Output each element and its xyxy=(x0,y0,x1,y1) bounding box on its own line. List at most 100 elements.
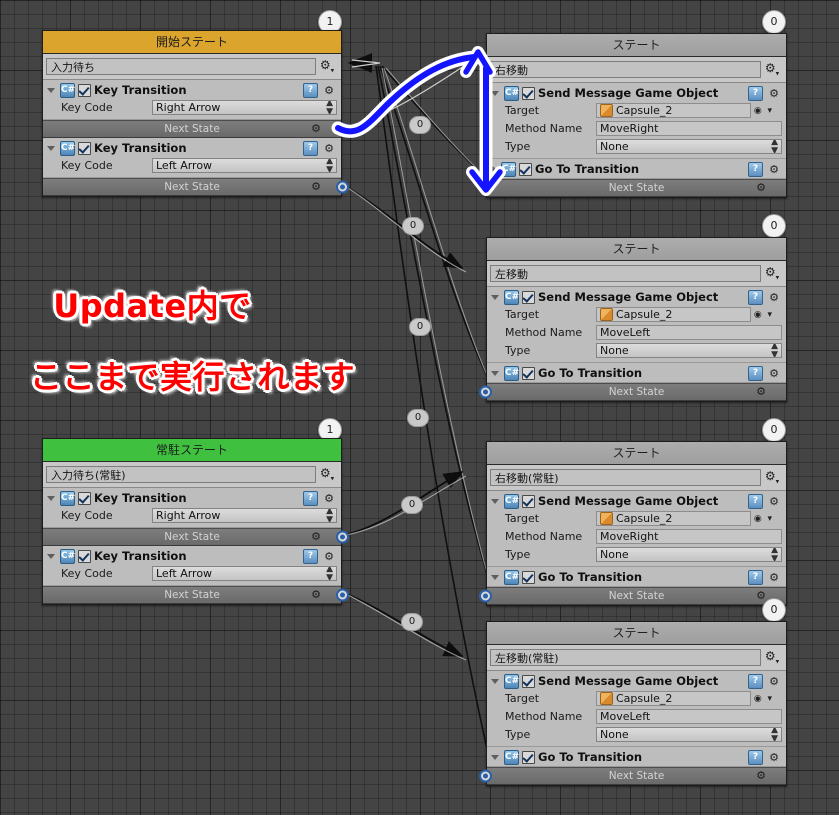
gear-icon[interactable]: ⚙▾ xyxy=(761,265,783,281)
gear-icon[interactable]: ⚙ xyxy=(311,587,321,603)
gear-icon[interactable]: ⚙ xyxy=(766,367,782,380)
type-dropdown[interactable]: None ▲ ▼ xyxy=(596,727,782,742)
node-header-start-state[interactable]: 開始ステート xyxy=(43,31,341,54)
method-name-input[interactable]: MoveLeft xyxy=(596,325,782,340)
component-key-transition[interactable]: C# Key Transition ? ⚙ Key Code Left Arro… xyxy=(43,546,341,586)
key-code-dropdown[interactable]: Right Arrow ▲ ▼ xyxy=(152,508,337,523)
gear-icon[interactable]: ⚙ xyxy=(766,571,782,584)
component-key-transition[interactable]: C# Key Transition ? ⚙ Key Code Right Arr… xyxy=(43,80,341,120)
node-move-left-resident-state[interactable]: ステート 左移動(常駐) ⚙▾ C# Send Message Game Obj… xyxy=(479,621,787,786)
type-dropdown[interactable]: None ▲ ▼ xyxy=(596,139,782,154)
node-move-right-resident-state[interactable]: ステート 右移動(常駐) ⚙▾ C# Send Message Game Obj… xyxy=(479,441,787,606)
gear-icon[interactable]: ⚙▾ xyxy=(316,58,338,74)
component-key-transition[interactable]: C# Key Transition ? ⚙ Key Code Right Arr… xyxy=(43,488,341,528)
gear-icon[interactable]: ⚙ xyxy=(766,495,782,508)
component-send-message[interactable]: C# Send Message Game Object ? ⚙ Target C… xyxy=(487,83,786,159)
help-icon[interactable]: ? xyxy=(303,82,318,98)
state-name-input[interactable]: 右移動(常駐) xyxy=(490,469,761,486)
transition-output-dot[interactable] xyxy=(479,589,492,603)
target-object-field[interactable]: Capsule_2 xyxy=(596,103,751,118)
transition-output-dot[interactable] xyxy=(336,180,349,194)
gear-icon[interactable]: ⚙ xyxy=(766,751,782,764)
transition-output-dot[interactable] xyxy=(336,530,349,544)
node-start-state[interactable]: 開始ステート 入力待ち ⚙▾ C# Key Transition ? ⚙ Key… xyxy=(42,30,349,197)
gear-icon[interactable]: ⚙ xyxy=(766,87,782,100)
state-name-input[interactable]: 左移動 xyxy=(490,265,761,282)
state-name-input[interactable]: 入力待ち xyxy=(46,58,316,75)
node-header-resident-state[interactable]: 常駐ステート xyxy=(43,439,341,462)
checkbox-checked-icon[interactable] xyxy=(522,290,535,304)
gear-icon[interactable]: ⚙ xyxy=(756,180,766,196)
help-icon[interactable]: ? xyxy=(748,161,763,177)
key-code-dropdown[interactable]: Right Arrow ▲ ▼ xyxy=(152,100,337,115)
node-move-left-state[interactable]: ステート 左移動 ⚙▾ C# Send Message Game Object … xyxy=(479,237,787,402)
next-state-slot[interactable]: Next State ⚙ xyxy=(43,120,349,138)
next-state-slot[interactable]: Next State ⚙ xyxy=(479,587,786,605)
foldout-open-icon[interactable] xyxy=(47,495,55,501)
method-name-input[interactable]: MoveRight xyxy=(596,121,782,136)
foldout-open-icon[interactable] xyxy=(491,90,499,96)
component-send-message[interactable]: C# Send Message Game Object ? ⚙ Target C… xyxy=(487,671,786,747)
state-name-input[interactable]: 左移動(常駐) xyxy=(490,649,761,666)
component-send-message[interactable]: C# Send Message Game Object ? ⚙ Target C… xyxy=(487,287,786,363)
component-go-to-transition[interactable]: C# Go To Transition ? ⚙ xyxy=(487,747,786,767)
gear-icon[interactable]: ⚙ xyxy=(311,179,321,195)
gear-icon[interactable]: ⚙ xyxy=(766,291,782,304)
checkbox-checked-icon[interactable] xyxy=(78,549,91,563)
gear-icon[interactable]: ⚙▾ xyxy=(761,61,783,77)
foldout-closed-icon[interactable] xyxy=(491,165,496,173)
help-icon[interactable]: ? xyxy=(748,673,763,689)
gear-icon[interactable]: ⚙▾ xyxy=(761,649,783,665)
method-name-input[interactable]: MoveRight xyxy=(596,529,782,544)
node-move-right-state[interactable]: ステート 右移動 ⚙▾ C# Send Message Game Object … xyxy=(479,33,787,198)
checkbox-checked-icon[interactable] xyxy=(78,83,91,97)
object-picker-icon[interactable]: ◉ ▾ xyxy=(751,694,775,704)
gear-icon[interactable]: ⚙ xyxy=(321,84,337,97)
gear-icon[interactable]: ⚙ xyxy=(756,768,766,784)
target-object-field[interactable]: Capsule_2 xyxy=(596,511,751,526)
checkbox-checked-icon[interactable] xyxy=(78,141,91,155)
node-header[interactable]: ステート xyxy=(487,238,786,261)
help-icon[interactable]: ? xyxy=(748,493,763,509)
checkbox-checked-icon[interactable] xyxy=(78,491,91,505)
gear-icon[interactable]: ⚙▾ xyxy=(316,466,338,482)
checkbox-checked-icon[interactable] xyxy=(522,570,535,584)
next-state-slot[interactable]: Next State ⚙ xyxy=(43,528,349,546)
foldout-open-icon[interactable] xyxy=(491,498,499,504)
checkbox-checked-icon[interactable] xyxy=(522,494,535,508)
component-send-message[interactable]: C# Send Message Game Object ? ⚙ Target C… xyxy=(487,491,786,567)
help-icon[interactable]: ? xyxy=(748,749,763,765)
key-code-dropdown[interactable]: Left Arrow ▲ ▼ xyxy=(152,158,337,173)
object-picker-icon[interactable]: ◉ ▾ xyxy=(751,106,775,116)
checkbox-checked-icon[interactable] xyxy=(522,674,535,688)
foldout-open-icon[interactable] xyxy=(491,294,499,300)
node-resident-state[interactable]: 常駐ステート 入力待ち(常駐) ⚙▾ C# Key Transition ? ⚙… xyxy=(42,438,349,605)
gear-icon[interactable]: ⚙ xyxy=(311,529,321,545)
gear-icon[interactable]: ⚙ xyxy=(756,384,766,400)
transition-output-dot[interactable] xyxy=(336,588,349,602)
object-picker-icon[interactable]: ◉ ▾ xyxy=(751,310,775,320)
gear-icon[interactable]: ⚙ xyxy=(311,121,321,137)
key-code-dropdown[interactable]: Left Arrow ▲ ▼ xyxy=(152,566,337,581)
foldout-open-icon[interactable] xyxy=(47,145,55,151)
gear-icon[interactable]: ⚙ xyxy=(321,492,337,505)
state-name-input[interactable]: 入力待ち(常駐) xyxy=(46,466,316,483)
node-header[interactable]: ステート xyxy=(487,34,786,57)
help-icon[interactable]: ? xyxy=(748,569,763,585)
help-icon[interactable]: ? xyxy=(303,140,318,156)
help-icon[interactable]: ? xyxy=(748,289,763,305)
foldout-open-icon[interactable] xyxy=(491,370,499,376)
target-object-field[interactable]: Capsule_2 xyxy=(596,691,751,706)
component-go-to-transition[interactable]: C# Go To Transition ? ⚙ xyxy=(487,363,786,383)
component-key-transition[interactable]: C# Key Transition ? ⚙ Key Code Left Arro… xyxy=(43,138,341,178)
type-dropdown[interactable]: None ▲ ▼ xyxy=(596,547,782,562)
next-state-slot[interactable]: Next State ⚙ xyxy=(479,383,786,401)
node-header[interactable]: ステート xyxy=(487,622,786,645)
transition-output-dot[interactable] xyxy=(479,385,492,399)
checkbox-checked-icon[interactable] xyxy=(522,86,535,100)
method-name-input[interactable]: MoveLeft xyxy=(596,709,782,724)
gear-icon[interactable]: ⚙ xyxy=(766,163,782,176)
foldout-open-icon[interactable] xyxy=(47,553,55,559)
help-icon[interactable]: ? xyxy=(748,365,763,381)
help-icon[interactable]: ? xyxy=(748,85,763,101)
